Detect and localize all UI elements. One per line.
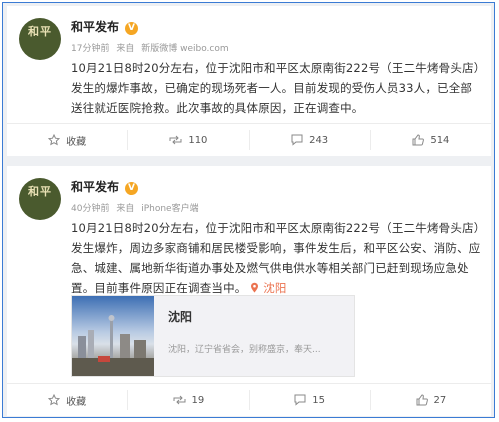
favorite-label: 收藏 (66, 136, 87, 148)
city-skyline-image (72, 296, 154, 376)
like-button[interactable]: 514 (371, 130, 491, 150)
post-author[interactable]: 和平发布 V (71, 18, 139, 35)
repost-button[interactable]: 19 (128, 390, 250, 410)
thumbs-up-icon (412, 134, 425, 146)
comment-button[interactable]: 243 (250, 130, 371, 150)
author-name[interactable]: 和平发布 (71, 20, 119, 34)
star-icon (48, 134, 61, 146)
verified-badge-icon: V (125, 22, 139, 35)
verified-badge-icon: V (125, 182, 139, 195)
feed-frame: 和平 和平发布 V 17分钟前 来自 新版微博 weibo.com 10月21日8… (2, 2, 495, 418)
post-meta: 40分钟前 来自 iPhone客户端 (71, 201, 203, 214)
like-count: 514 (430, 134, 450, 146)
like-button[interactable]: 27 (371, 390, 491, 410)
comment-count: 243 (309, 134, 329, 146)
favorite-label: 收藏 (66, 396, 87, 408)
card-title: 沈阳 (168, 310, 193, 324)
thumbs-up-icon (416, 394, 428, 406)
avatar-logo-text: 和平 (28, 185, 52, 198)
comment-icon (291, 134, 303, 146)
favorite-button[interactable]: 收藏 (7, 130, 129, 150)
repost-count: 19 (191, 394, 205, 406)
source-prefix: 来自 (116, 44, 135, 54)
repost-icon (169, 135, 182, 145)
repost-icon (173, 395, 185, 405)
post-text: 10月21日8时20分左右，位于沈阳市和平区太原南街222号（王二牛烤骨头店）发… (71, 218, 481, 298)
post-source[interactable]: iPhone客户端 (141, 204, 198, 214)
source-prefix: 来自 (116, 204, 135, 214)
comment-count: 15 (312, 394, 325, 406)
repost-count: 110 (188, 134, 208, 146)
star-icon (48, 394, 61, 406)
post-time[interactable]: 40分钟前 (71, 204, 109, 214)
action-bar: 收藏 19 15 27 (7, 383, 491, 416)
post-text: 10月21日8时20分左右，位于沈阳市和平区太原南街222号（王二牛烤骨头店）发… (71, 61, 480, 115)
post-meta: 17分钟前 来自 新版微博 weibo.com (71, 41, 233, 54)
action-bar: 收藏 110 243 514 (7, 123, 491, 156)
comment-button[interactable]: 15 (250, 390, 371, 410)
location-label: 沈阳 (263, 281, 287, 295)
post-author[interactable]: 和平发布 V (71, 178, 139, 195)
city-thumbnail (72, 296, 154, 376)
avatar-logo-text: 和平 (28, 25, 52, 38)
weibo-post: 和平 和平发布 V 17分钟前 来自 新版微博 weibo.com 10月21日8… (7, 6, 491, 156)
location-card[interactable]: 沈阳 沈阳，辽宁省省会，别称盛京，奉天... (71, 295, 355, 377)
location-link[interactable]: 沈阳 (250, 281, 286, 295)
comment-icon (294, 394, 306, 406)
repost-button[interactable]: 110 (128, 130, 250, 150)
avatar[interactable]: 和平 (19, 18, 61, 60)
like-count: 27 (433, 394, 447, 406)
location-pin-icon (251, 282, 259, 293)
post-source[interactable]: 新版微博 weibo.com (141, 44, 228, 54)
weibo-post: 和平 和平发布 V 40分钟前 来自 iPhone客户端 10月21日8时20分左… (7, 166, 491, 416)
post-time[interactable]: 17分钟前 (71, 44, 109, 54)
favorite-button[interactable]: 收藏 (7, 390, 129, 410)
card-subtitle: 沈阳，辽宁省省会，别称盛京，奉天... (168, 345, 321, 355)
author-name[interactable]: 和平发布 (71, 180, 119, 194)
avatar[interactable]: 和平 (19, 178, 61, 220)
